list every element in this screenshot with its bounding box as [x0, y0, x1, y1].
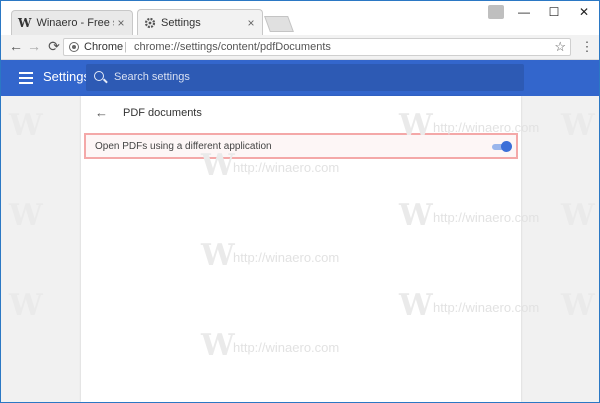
settings-title: Settings — [43, 69, 90, 84]
bookmark-star-icon[interactable]: ☆ — [554, 39, 566, 55]
tab-settings[interactable]: Settings × — [137, 9, 263, 35]
tab-label: Winaero - Free small and — [36, 17, 114, 29]
watermark-text: http://winaero.com — [233, 160, 340, 175]
hamburger-menu-icon[interactable] — [19, 72, 33, 84]
watermark-logo: W — [201, 328, 235, 363]
gear-icon — [144, 17, 156, 28]
open-pdf-toggle[interactable] — [492, 141, 512, 152]
browser-window: W Winaero - Free small and × Settings × … — [0, 0, 600, 403]
watermark-logo: W — [561, 198, 595, 233]
title-bar: W Winaero - Free small and × Settings × … — [1, 1, 599, 35]
tab-close-icon[interactable]: × — [244, 16, 258, 30]
watermark-logo: W — [9, 198, 43, 233]
new-tab-button[interactable] — [264, 16, 294, 32]
winaero-favicon-icon: W — [18, 16, 32, 30]
watermark-logo: W — [9, 288, 43, 323]
close-window-button[interactable]: ✕ — [569, 1, 599, 23]
watermark-text: http://winaero.com — [233, 250, 340, 265]
watermark-logo: W — [201, 238, 235, 273]
watermark-logo: W — [9, 108, 43, 143]
search-input[interactable] — [114, 69, 504, 85]
watermark-text: http://winaero.com — [233, 340, 340, 355]
forward-button[interactable]: → — [25, 37, 43, 55]
settings-app-bar: Settings — [1, 60, 599, 96]
watermark-text: http://winaero.com — [433, 300, 540, 315]
subpage-header: ← PDF documents — [81, 96, 521, 130]
tab-winaero[interactable]: W Winaero - Free small and × — [11, 10, 133, 35]
pdf-settings-card: ← PDF documents Open PDFs using a differ… — [81, 96, 539, 402]
omnibox-separator: | — [124, 41, 127, 53]
browser-toolbar: ← → ⟳ Chrome | chrome://settings/content… — [1, 35, 599, 60]
url-text[interactable]: chrome://settings/content/pdfDocuments — [134, 41, 331, 53]
watermark-logo: W — [561, 288, 595, 323]
reload-button[interactable]: ⟳ — [45, 37, 63, 55]
watermark-logo: W — [399, 288, 433, 323]
toggle-knob — [501, 141, 512, 152]
back-arrow-icon[interactable]: ← — [95, 105, 108, 120]
chrome-menu-icon[interactable]: ⋮ — [579, 38, 595, 56]
profile-icon[interactable] — [488, 5, 504, 19]
chrome-icon — [69, 42, 79, 52]
search-box[interactable] — [86, 64, 524, 91]
tab-close-icon[interactable]: × — [114, 16, 128, 30]
search-icon — [94, 71, 104, 81]
back-button[interactable]: ← — [7, 37, 25, 55]
setting-label: Open PDFs using a different application — [95, 141, 272, 152]
watermark-logo: W — [399, 198, 433, 233]
minimize-button[interactable]: — — [509, 1, 539, 23]
page-title: PDF documents — [123, 107, 202, 119]
address-bar[interactable]: Chrome | chrome://settings/content/pdfDo… — [63, 38, 571, 56]
watermark-logo: W — [561, 108, 595, 143]
watermark-text: http://winaero.com — [433, 210, 540, 225]
omnibox-chip: Chrome — [84, 41, 124, 53]
tab-label: Settings — [161, 16, 201, 29]
open-pdf-externally-row[interactable]: Open PDFs using a different application — [84, 133, 518, 159]
settings-content: W W W W W W ← PDF documents Open PDFs us… — [1, 96, 599, 402]
maximize-button[interactable]: ☐ — [539, 1, 569, 23]
